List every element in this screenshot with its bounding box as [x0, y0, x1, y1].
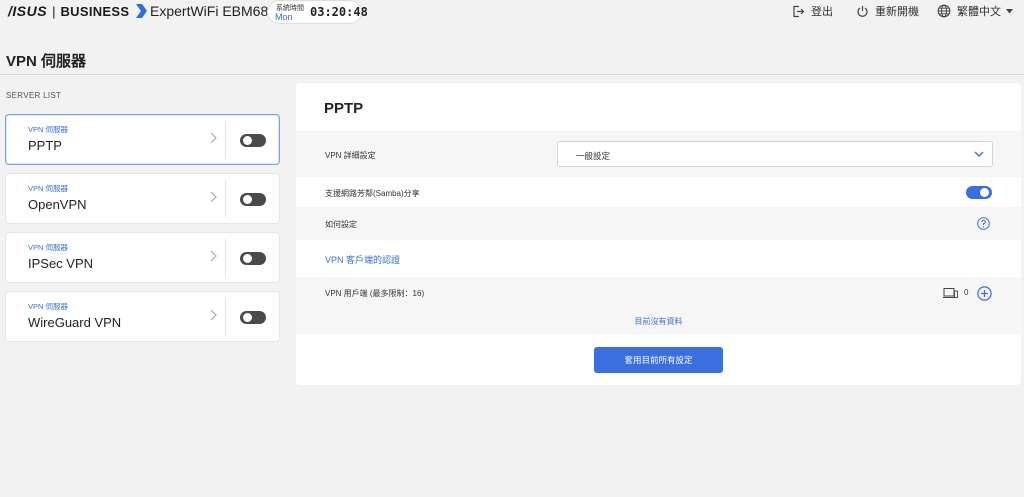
server-card-subtitle: VPN 伺服器: [28, 184, 69, 193]
server-card-subtitle: VPN 伺服器: [28, 302, 69, 311]
clock-day: Mon: [275, 12, 293, 22]
device-icon: [943, 288, 958, 298]
system-clock: 系統時間 Mon 03:20:48: [267, 0, 368, 24]
logo-separator: |: [52, 3, 56, 19]
server-card-wireguard[interactable]: VPN 伺服器 WireGuard VPN: [5, 291, 280, 342]
server-toggle-ipsec[interactable]: [240, 252, 266, 265]
samba-toggle[interactable]: [966, 186, 992, 199]
howto-row: 如何設定: [296, 207, 1021, 240]
advanced-settings-label: VPN 詳細設定: [325, 151, 376, 160]
card-divider: [225, 239, 226, 277]
card-divider: [225, 121, 226, 159]
add-user-icon[interactable]: [977, 286, 992, 301]
logout-button[interactable]: 登出: [792, 3, 833, 19]
card-divider: [225, 180, 226, 218]
client-auth-link[interactable]: VPN 客戶端的認證: [325, 253, 400, 266]
samba-row: 支援網路芳鄰(Samba)分享: [296, 177, 1021, 207]
no-data-message: 目前沒有資料: [634, 317, 683, 326]
chevron-right-icon: [210, 132, 217, 144]
page-title: VPN 伺服器: [6, 53, 87, 70]
power-icon: [857, 5, 868, 17]
logo-business: BUSINESS: [60, 3, 130, 19]
server-toggle-wireguard[interactable]: [240, 311, 266, 324]
vpn-users-count: 0: [964, 288, 969, 297]
apply-settings-button[interactable]: 套用目前所有設定: [594, 347, 723, 373]
server-toggle-pptp[interactable]: [240, 134, 266, 147]
globe-icon: [937, 4, 951, 18]
server-card-name: WireGuard VPN: [28, 315, 122, 330]
advanced-settings-select[interactable]: 一般設定: [557, 141, 993, 167]
chevron-right-icon: [210, 250, 217, 262]
server-card-ipsec[interactable]: VPN 伺服器 IPSec VPN: [5, 232, 280, 283]
caret-down-icon: [1006, 8, 1013, 13]
howto-label: 如何設定: [325, 220, 357, 229]
panel-title: PPTP: [324, 100, 364, 117]
reboot-button[interactable]: 重新開機: [856, 3, 919, 19]
chevron-right-icon: [210, 309, 217, 321]
server-card-subtitle: VPN 伺服器: [28, 243, 69, 252]
model-name: ExpertWiFi EBM68: [150, 3, 269, 19]
language-label: 繁體中文: [957, 6, 1001, 18]
server-list-heading: SERVER LIST: [6, 91, 62, 100]
clock-time: 03:20:48: [310, 5, 368, 19]
server-toggle-openvpn[interactable]: [240, 193, 266, 206]
logo-brand: /ISUS: [8, 3, 48, 19]
reboot-label: 重新開機: [875, 6, 919, 18]
help-icon[interactable]: [977, 217, 990, 230]
server-card-name: IPSec VPN: [28, 256, 94, 271]
logo-chevron-icon: [136, 4, 148, 18]
language-selector[interactable]: 繁體中文: [937, 3, 1013, 19]
pptp-settings-panel: PPTP VPN 詳細設定 一般設定 支援網路芳鄰(Samba)分享 如何設定 …: [296, 83, 1021, 385]
vpn-users-label: VPN 用戶端 (最多限制：16): [325, 289, 425, 298]
card-divider: [225, 298, 226, 336]
server-card-pptp[interactable]: VPN 伺服器 PPTP: [5, 114, 280, 165]
logout-icon: [793, 5, 805, 17]
asus-business-logo[interactable]: /ISUS | BUSINESS: [8, 3, 149, 19]
server-card-subtitle: VPN 伺服器: [28, 125, 69, 134]
chevron-right-icon: [210, 191, 217, 203]
advanced-settings-value: 一般設定: [576, 151, 611, 161]
server-card-name: OpenVPN: [28, 197, 87, 212]
title-divider: [0, 74, 1024, 75]
logout-label: 登出: [811, 6, 833, 18]
top-header: /ISUS | BUSINESS ExpertWiFi EBM68 系統時間 M…: [0, 0, 1024, 26]
samba-label: 支援網路芳鄰(Samba)分享: [325, 189, 420, 198]
server-card-name: PPTP: [28, 138, 62, 153]
server-card-openvpn[interactable]: VPN 伺服器 OpenVPN: [5, 173, 280, 224]
vpn-users-row: VPN 用戶端 (最多限制：16): [296, 277, 1021, 306]
chevron-down-icon: [974, 151, 984, 157]
